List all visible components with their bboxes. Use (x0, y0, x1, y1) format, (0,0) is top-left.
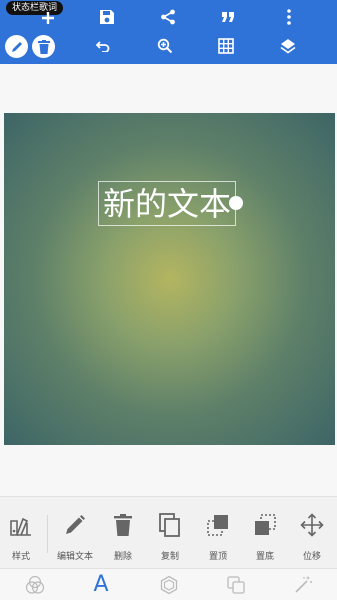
workspace: 新的文本 (0, 64, 337, 496)
edit-text-label: 编辑文本 (56, 552, 93, 562)
more-vert-icon[interactable] (271, 1, 307, 33)
text-icon: A (93, 572, 109, 597)
bring-to-front-icon (205, 511, 231, 539)
delete-icon (110, 511, 136, 539)
edit-text-button[interactable]: 编辑文本 (49, 511, 101, 562)
zoom-in-icon[interactable] (147, 30, 183, 62)
save-icon[interactable] (89, 1, 125, 33)
delete-label: 删除 (113, 552, 132, 562)
bottom-tab-bar: A (0, 568, 337, 600)
tab-magic[interactable] (291, 573, 315, 597)
tab-text[interactable]: A (89, 573, 113, 597)
delete-icon (37, 39, 50, 54)
text-layer-box[interactable]: 新的文本 (98, 181, 236, 226)
copy-label: 复制 (160, 552, 179, 562)
tab-color-filter[interactable] (23, 573, 47, 597)
send-to-back-label: 置底 (255, 552, 274, 562)
style-palette-icon (8, 511, 34, 539)
quote-icon[interactable] (210, 1, 246, 33)
delete-button[interactable]: 删除 (97, 511, 149, 562)
divider (47, 515, 48, 553)
edit-pencil-icon (62, 511, 88, 539)
move-label: 位移 (302, 552, 321, 562)
image-canvas[interactable]: 新的文本 (4, 113, 335, 445)
style-button[interactable]: 样式 (0, 511, 47, 562)
layers-copy-icon (227, 576, 245, 594)
bring-to-front-button[interactable]: 置顶 (192, 511, 244, 562)
move-arrows-icon (299, 511, 325, 539)
shape-hexagon-icon (160, 575, 178, 595)
send-to-back-icon (252, 511, 278, 539)
edit-pencil-icon (11, 41, 22, 52)
color-filter-icon (25, 575, 45, 594)
delete-mode-button[interactable] (32, 35, 55, 58)
add-icon[interactable] (30, 2, 66, 34)
move-button[interactable]: 位移 (286, 511, 337, 562)
top-toolbar: 状态栏歌词 (0, 0, 337, 64)
resize-handle[interactable] (229, 196, 243, 210)
tab-layers[interactable] (224, 573, 248, 597)
text-layer-content[interactable]: 新的文本 (103, 184, 231, 224)
magic-wand-icon (295, 576, 312, 593)
bring-to-front-label: 置顶 (208, 552, 227, 562)
copy-button[interactable]: 复制 (144, 511, 196, 562)
style-label: 样式 (11, 552, 30, 562)
copy-icon (157, 511, 183, 539)
layers-icon[interactable] (270, 30, 306, 62)
tab-shape[interactable] (157, 573, 181, 597)
undo-icon[interactable] (85, 30, 121, 62)
grid-icon[interactable] (208, 30, 244, 62)
edit-mode-button[interactable] (5, 35, 28, 58)
send-to-back-button[interactable]: 置底 (239, 511, 291, 562)
text-action-bar: 样式 编辑文本 删除 复制 置顶 置底 位移 (0, 496, 337, 568)
share-icon[interactable] (150, 1, 186, 33)
